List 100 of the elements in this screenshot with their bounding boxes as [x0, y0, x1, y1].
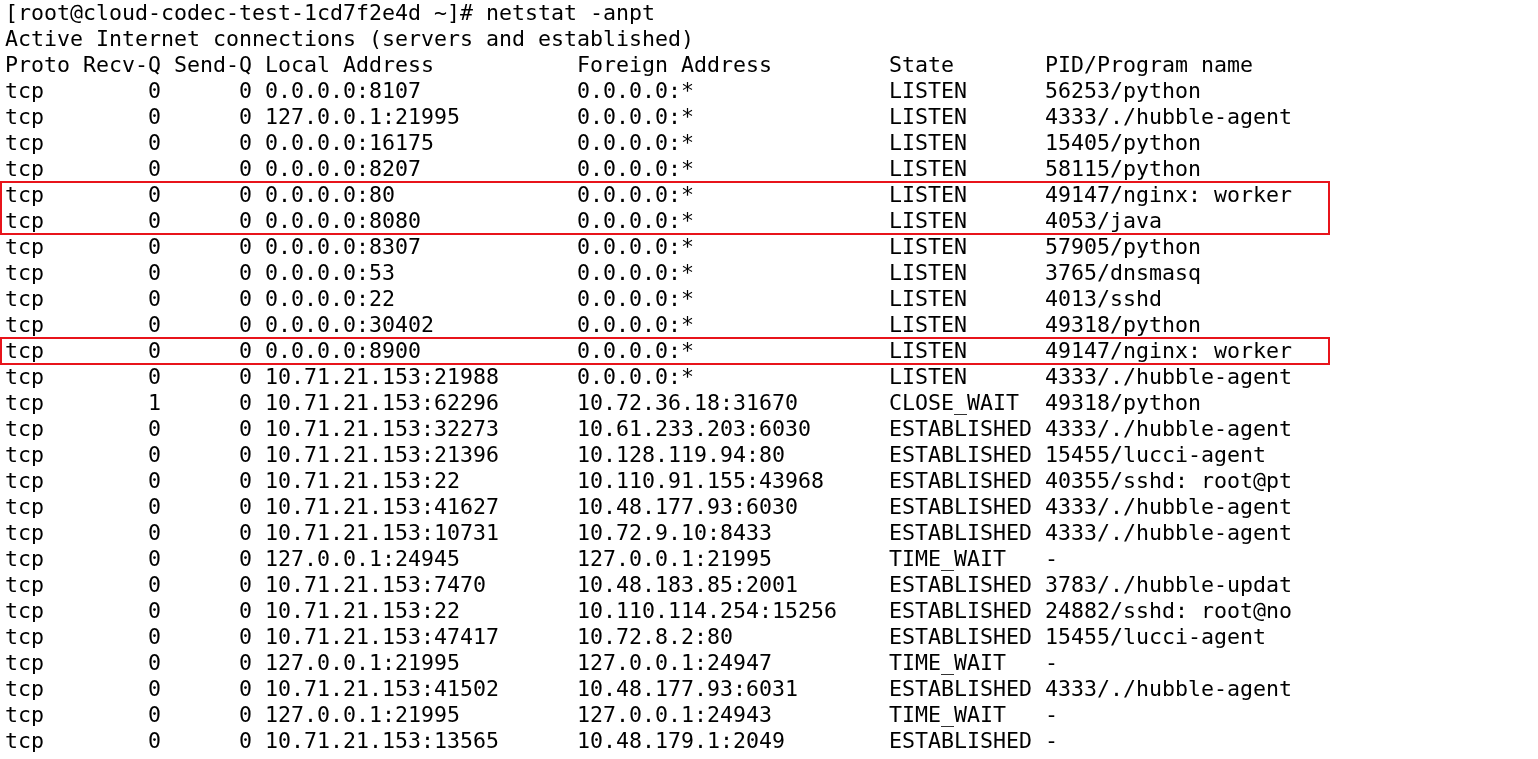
foreign-address-cell-text: 10.61.233.203:6030 — [577, 416, 812, 442]
local-address-cell-text: 10.71.21.153:62296 — [265, 390, 500, 416]
program-cell: 4333/./hubble-agent — [1045, 364, 1292, 390]
recv-q-cell-text: 0 — [147, 182, 161, 208]
foreign-address-cell-text: 127.0.0.1:24943 — [577, 702, 773, 728]
local-address-cell-text: 0.0.0.0:8207 — [265, 156, 422, 182]
send-q-cell-text: 0 — [238, 702, 252, 728]
state-cell-text: LISTEN — [889, 234, 968, 260]
column-header: Recv-Q — [83, 52, 161, 78]
send-q-cell-text: 0 — [238, 312, 252, 338]
state-cell: ESTABLISHED — [889, 572, 1032, 598]
recv-q-cell-text: 0 — [147, 156, 161, 182]
recv-q-cell-text: 0 — [147, 676, 161, 702]
local-address-cell-text: 10.71.21.153:22 — [265, 468, 461, 494]
proto-cell-text: tcp — [5, 676, 45, 702]
local-address-cell-text: 0.0.0.0:30402 — [265, 312, 435, 338]
recv-q-cell-text: 0 — [147, 442, 161, 468]
proto-cell-text: tcp — [5, 130, 45, 156]
send-q-cell-text: 0 — [238, 260, 252, 286]
recv-q-cell-text: 0 — [147, 364, 161, 390]
foreign-address-cell-text: 10.110.114.254:15256 — [577, 598, 838, 624]
state-cell-text: LISTEN — [889, 286, 968, 312]
state-cell-text: CLOSE_WAIT — [889, 390, 1020, 416]
foreign-address-cell-text: 0.0.0.0:* — [577, 156, 695, 182]
state-cell: ESTABLISHED — [889, 468, 1032, 494]
proto-cell-text: tcp — [5, 364, 45, 390]
send-q-cell-text: 0 — [238, 390, 252, 416]
send-q-cell-text: 0 — [238, 520, 252, 546]
foreign-address-cell-text: 0.0.0.0:* — [577, 78, 695, 104]
send-q-cell-text: 0 — [238, 624, 252, 650]
send-q-cell-text: 0 — [238, 130, 252, 156]
recv-q-cell-text: 0 — [147, 208, 161, 234]
recv-q-cell-text: 0 — [147, 572, 161, 598]
foreign-address-cell-text: 10.72.8.2:80 — [577, 624, 734, 650]
proto-cell-text: tcp — [5, 572, 45, 598]
program-cell: 24882/sshd: root@no — [1045, 598, 1292, 624]
program-cell: 3783/./hubble-updat — [1045, 572, 1292, 598]
proto-cell-text: tcp — [5, 208, 45, 234]
state-cell-text: LISTEN — [889, 338, 968, 364]
local-address-cell-text: 0.0.0.0:8080 — [265, 208, 422, 234]
recv-q-cell-text: 0 — [147, 702, 161, 728]
send-q-cell-text: 0 — [238, 572, 252, 598]
local-address-cell-text: 127.0.0.1:21995 — [265, 104, 461, 130]
local-address-cell-text: 0.0.0.0:8307 — [265, 234, 422, 260]
local-address-cell-text: 0.0.0.0:80 — [265, 182, 396, 208]
program-cell: 4333/./hubble-agent — [1045, 676, 1292, 702]
proto-cell-text: tcp — [5, 104, 45, 130]
local-address-cell-text: 10.71.21.153:41627 — [265, 494, 500, 520]
recv-q-cell-text: 0 — [147, 546, 161, 572]
command-prompt: [root@cloud-codec-test-1cd7f2e4d ~]# netstat -anpt — [5, 0, 657, 26]
recv-q-cell-text: 0 — [147, 468, 161, 494]
foreign-address-cell-text: 10.48.177.93:6030 — [577, 494, 799, 520]
proto-cell-text: tcp — [5, 728, 45, 754]
proto-cell-text: tcp — [5, 546, 45, 572]
recv-q-cell-text: 0 — [147, 130, 161, 156]
proto-cell-text: tcp — [5, 520, 45, 546]
local-address-cell-text: 0.0.0.0:53 — [265, 260, 396, 286]
send-q-cell-text: 0 — [238, 416, 252, 442]
foreign-address-cell-text: 10.128.119.94:80 — [577, 442, 786, 468]
foreign-address-cell-text: 10.48.177.93:6031 — [577, 676, 799, 702]
proto-cell-text: tcp — [5, 286, 45, 312]
program-cell: 40355/sshd: root@pt — [1045, 468, 1292, 494]
recv-q-cell-text: 0 — [147, 520, 161, 546]
send-q-cell-text: 0 — [238, 468, 252, 494]
local-address-cell-text: 0.0.0.0:8900 — [265, 338, 422, 364]
proto-cell-text: tcp — [5, 312, 45, 338]
recv-q-cell-text: 0 — [147, 312, 161, 338]
recv-q-cell-text: 0 — [147, 260, 161, 286]
column-header: State — [889, 52, 955, 78]
send-q-cell-text: 0 — [238, 286, 252, 312]
proto-cell-text: tcp — [5, 234, 45, 260]
recv-q-cell-text: 0 — [147, 104, 161, 130]
state-cell: ESTABLISHED — [889, 624, 1032, 650]
send-q-cell-text: 0 — [238, 546, 252, 572]
foreign-address-cell-text: 10.48.179.1:2049 — [577, 728, 786, 754]
proto-cell-text: tcp — [5, 650, 45, 676]
foreign-address-cell-text: 10.72.9.10:8433 — [577, 520, 773, 546]
program-cell: - — [1045, 546, 1058, 572]
send-q-cell-text: 0 — [238, 364, 252, 390]
proto-cell-text: tcp — [5, 494, 45, 520]
state-cell-text: LISTEN — [889, 312, 968, 338]
recv-q-cell-text: 0 — [147, 234, 161, 260]
local-address-cell-text: 10.71.21.153:32273 — [265, 416, 500, 442]
local-address-cell-text: 10.71.21.153:13565 — [265, 728, 500, 754]
send-q-cell-text: 0 — [238, 650, 252, 676]
local-address-cell-text: 10.71.21.153:21396 — [265, 442, 500, 468]
proto-cell-text: tcp — [5, 182, 45, 208]
program-cell: 4053/java — [1045, 208, 1162, 234]
local-address-cell-text: 10.71.21.153:7470 — [265, 572, 487, 598]
local-address-cell-text: 0.0.0.0:16175 — [265, 130, 435, 156]
recv-q-cell-text: 0 — [147, 494, 161, 520]
state-cell-text: LISTEN — [889, 156, 968, 182]
output-summary: Active Internet connections (servers and established) — [5, 26, 696, 52]
state-cell: ESTABLISHED — [889, 598, 1032, 624]
foreign-address-cell-text: 0.0.0.0:* — [577, 338, 695, 364]
foreign-address-cell-text: 10.48.183.85:2001 — [577, 572, 799, 598]
local-address-cell-text: 10.71.21.153:22 — [265, 598, 461, 624]
program-cell: 4333/./hubble-agent — [1045, 520, 1292, 546]
send-q-cell-text: 0 — [238, 78, 252, 104]
local-address-cell-text: 0.0.0.0:22 — [265, 286, 396, 312]
